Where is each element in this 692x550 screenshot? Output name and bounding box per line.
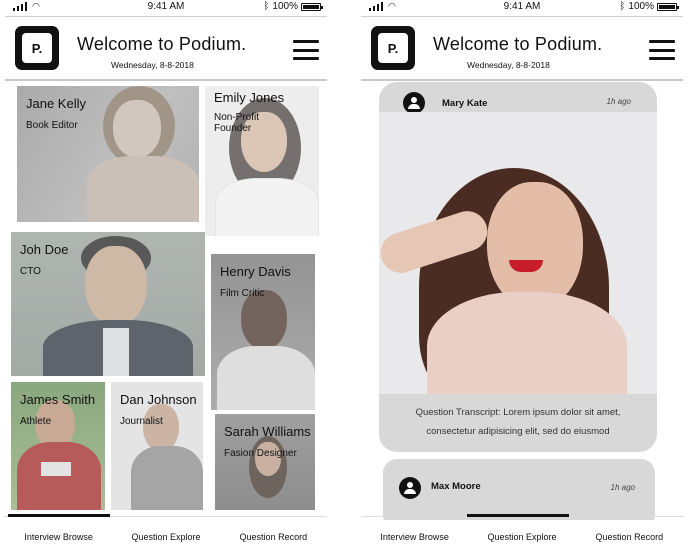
profile-name: Henry Davis: [220, 264, 291, 279]
page-title: Welcome to Podium.: [433, 34, 603, 54]
page-title: Welcome to Podium.: [77, 34, 247, 54]
tab-question-explore[interactable]: Question Explore: [468, 520, 575, 550]
profile-tile[interactable]: Jane Kelly Book Editor: [17, 86, 199, 222]
profile-name: Dan Johnson: [120, 392, 197, 407]
profile-tile[interactable]: Dan Johnson Journalist: [111, 382, 203, 510]
post-time: 1h ago: [610, 483, 635, 492]
profile-role: Athlete: [20, 416, 52, 427]
profile-role: Film Critic: [220, 288, 265, 299]
profile-role: Fasion Designer: [224, 448, 297, 459]
podium-logo[interactable]: P.: [371, 26, 415, 70]
profile-role: Book Editor: [26, 120, 78, 131]
profile-name: Jane Kelly: [26, 96, 86, 111]
tab-interview-browse[interactable]: Interview Browse: [5, 520, 112, 550]
profile-role: Non-Profit Founder: [214, 112, 260, 134]
profile-tile[interactable]: Henry Davis Film Critic: [211, 254, 315, 410]
profile-role: Journalist: [120, 416, 163, 427]
battery-text: 100%: [272, 1, 298, 12]
battery-icon: [301, 2, 323, 11]
podium-logo[interactable]: P.: [15, 26, 59, 70]
app-header: P. Welcome to Podium. Wednesday, 8-8-201…: [5, 20, 327, 78]
tab-bar: Interview Browse Question Explore Questi…: [5, 520, 327, 550]
post-time: 1h ago: [606, 97, 631, 106]
tab-bar: Interview Browse Question Explore Questi…: [361, 520, 683, 550]
profile-tile[interactable]: Joh Doe CTO: [11, 232, 205, 376]
tab-question-record[interactable]: Question Record: [220, 520, 327, 550]
app-header: P. Welcome to Podium. Wednesday, 8-8-201…: [361, 20, 683, 78]
tab-interview-browse[interactable]: Interview Browse: [361, 520, 468, 550]
profile-name: Sarah Williams: [224, 424, 311, 439]
battery-icon: [657, 2, 679, 11]
page-date: Wednesday, 8-8-2018: [111, 60, 194, 70]
post-video-thumbnail[interactable]: [379, 112, 657, 394]
post-username[interactable]: Max Moore: [431, 481, 481, 492]
interview-browse-screen: ◠ 9:41 AM ᛒ 100% P. Welcome to Podium. W…: [5, 0, 327, 550]
profile-tile[interactable]: Sarah Williams Fasion Designer: [215, 414, 315, 510]
post-username[interactable]: Mary Kate: [442, 98, 487, 109]
battery-text: 100%: [628, 1, 654, 12]
profile-name: Joh Doe: [20, 242, 69, 257]
bluetooth-icon: ᛒ: [263, 1, 270, 12]
status-bar: ◠ 9:41 AM ᛒ 100%: [361, 0, 683, 14]
profile-tile[interactable]: Emily Jones Non-Profit Founder: [205, 86, 319, 236]
status-bar: ◠ 9:41 AM ᛒ 100%: [5, 0, 327, 14]
user-icon: [399, 477, 421, 499]
user-icon: [403, 92, 425, 114]
menu-icon[interactable]: [293, 40, 319, 60]
question-explore-screen: ◠ 9:41 AM ᛒ 100% P. Welcome to Podium. W…: [361, 0, 683, 550]
profile-name: James Smith: [20, 392, 96, 407]
profile-name: Emily Jones: [214, 90, 285, 105]
profile-tile[interactable]: James Smith Athlete: [11, 382, 105, 510]
tab-question-explore[interactable]: Question Explore: [112, 520, 219, 550]
active-tab-indicator: [467, 514, 569, 517]
bluetooth-icon: ᛒ: [619, 1, 626, 12]
question-transcript: Question Transcript: Lorem ipsum dolor s…: [415, 407, 621, 437]
menu-icon[interactable]: [649, 40, 675, 60]
active-tab-indicator: [8, 514, 110, 517]
profile-role: CTO: [20, 266, 41, 277]
question-card[interactable]: Max Moore 1h ago: [383, 459, 655, 529]
question-card[interactable]: Mary Kate 1h ago Question Transcript: Lo…: [379, 82, 657, 452]
page-date: Wednesday, 8-8-2018: [467, 60, 550, 70]
tab-question-record[interactable]: Question Record: [576, 520, 683, 550]
